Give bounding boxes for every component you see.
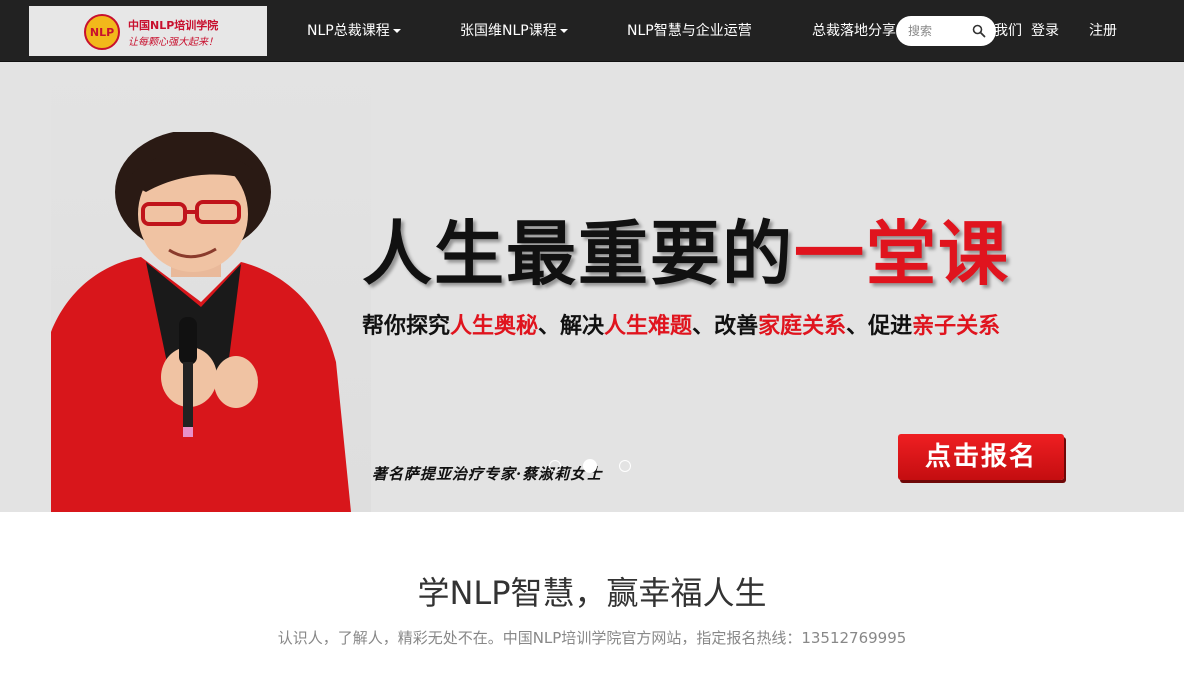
subline-part: 、促进 xyxy=(846,313,913,339)
register-label: 注册 xyxy=(1089,23,1117,39)
banner-caption: 著名萨提亚治疗专家·蔡淑莉女士 xyxy=(372,465,603,483)
intro-subtitle: 认识人，了解人，精彩无处不在。中国NLP培训学院官方网站，指定报名热线：1351… xyxy=(277,629,907,647)
intro-title: 学NLP智慧，赢幸福人生 xyxy=(417,574,767,612)
nav-item-ceo-sharing[interactable]: 总裁落地分享 xyxy=(812,0,896,62)
nav-item-about-us[interactable]: 我们 xyxy=(994,0,1022,62)
subline-highlight: 人生难题 xyxy=(604,313,693,339)
hero-banner[interactable]: 人生最重要的一堂课 帮你探究人生奥秘、解决人生难题、改善家庭关系、促进亲子关系 … xyxy=(0,62,1184,512)
subline-highlight: 亲子关系 xyxy=(912,313,1001,339)
subline-highlight: 人生奥秘 xyxy=(450,313,539,339)
nav-item-nlp-enterprise[interactable]: NLP智慧与企业运营 xyxy=(627,0,752,62)
login-link[interactable]: 登录 xyxy=(1031,0,1059,62)
nav-item-label: NLP智慧与企业运营 xyxy=(627,23,752,39)
nav-item-label: 总裁落地分享 xyxy=(812,23,896,39)
nav-item-label: 我们 xyxy=(994,23,1022,39)
login-label: 登录 xyxy=(1031,23,1059,39)
banner-subline: 帮你探究人生奥秘、解决人生难题、改善家庭关系、促进亲子关系 xyxy=(362,308,1000,340)
subline-part: 、改善 xyxy=(692,313,759,339)
logo-emblem-icon: NLP xyxy=(84,14,120,50)
register-link[interactable]: 注册 xyxy=(1089,0,1117,62)
logo-name: 中国NLP培训学院 xyxy=(128,19,219,32)
headline-dark-text: 人生最重要的 xyxy=(362,213,794,295)
search-icon[interactable] xyxy=(972,24,986,38)
carousel-dot-2[interactable] xyxy=(583,459,597,473)
speaker-photo xyxy=(51,132,351,512)
carousel-dot-1[interactable] xyxy=(549,460,561,472)
subline-part: 帮你探究 xyxy=(362,313,451,339)
nav-item-label: 张国维NLP课程 xyxy=(460,23,557,39)
search-box xyxy=(896,16,996,46)
caret-down-icon xyxy=(392,29,401,33)
nav-item-zhang-guowei-courses[interactable]: 张国维NLP课程 xyxy=(460,0,568,62)
carousel-dot-3[interactable] xyxy=(619,460,631,472)
logo-emblem-text: NLP xyxy=(89,25,115,39)
nav-item-label: NLP总裁课程 xyxy=(307,23,390,39)
banner-headline: 人生最重要的一堂课 xyxy=(362,198,1010,299)
caret-down-icon xyxy=(559,29,568,33)
search-input[interactable] xyxy=(908,22,970,40)
subline-highlight: 家庭关系 xyxy=(758,313,847,339)
top-navbar: NLP 中国NLP培训学院 让每颗心强大起来！ NLP总裁课程 张国维NLP课程… xyxy=(0,0,1184,62)
nav-item-nlp-ceo-courses[interactable]: NLP总裁课程 xyxy=(307,0,401,62)
subline-part: 、解决 xyxy=(538,313,605,339)
signup-button[interactable]: 点击报名 xyxy=(898,434,1064,480)
logo-slogan: 让每颗心强大起来！ xyxy=(128,37,218,48)
headline-red-text: 一堂课 xyxy=(794,213,1010,295)
site-logo[interactable]: NLP 中国NLP培训学院 让每颗心强大起来！ xyxy=(29,6,267,56)
